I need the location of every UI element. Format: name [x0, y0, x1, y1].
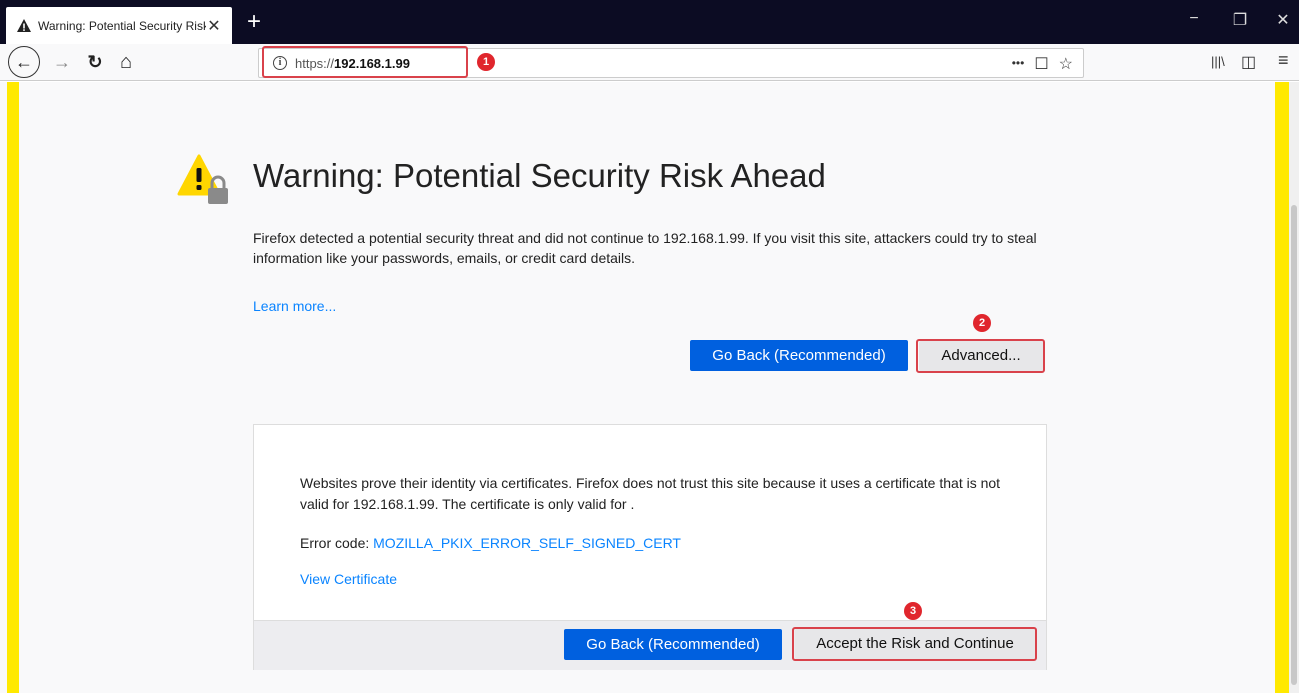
forward-button[interactable]: → — [47, 47, 77, 77]
error-code-label: Error code: — [300, 535, 374, 551]
url-highlight-box — [262, 46, 468, 78]
reload-button[interactable]: ↻ — [80, 47, 110, 77]
pocket-icon[interactable]: ☐ — [1034, 54, 1048, 74]
back-button[interactable]: ← — [8, 46, 40, 78]
nav-toolbar: ← → ↻ ⌂ i https:// 192.168.1.99 ••• ☐ ☆ … — [0, 44, 1299, 81]
warning-description: Firefox detected a potential security th… — [253, 230, 1037, 266]
menu-icon[interactable]: ≡ — [1278, 50, 1289, 71]
step-badge-2: 2 — [973, 314, 991, 332]
bookmark-star-icon[interactable]: ☆ — [1059, 54, 1073, 74]
window-close-button[interactable]: ✕ — [1271, 10, 1295, 30]
go-back-button[interactable]: Go Back (Recommended) — [690, 340, 908, 371]
error-code-line: Error code: MOZILLA_PKIX_ERROR_SELF_SIGN… — [300, 535, 681, 551]
warning-border-right — [1275, 82, 1289, 693]
step-badge-3: 3 — [904, 602, 922, 620]
certificate-explanation: Websites prove their identity via certif… — [300, 475, 1001, 512]
panel-go-back-button[interactable]: Go Back (Recommended) — [564, 629, 782, 660]
home-button[interactable]: ⌂ — [111, 47, 141, 77]
minimize-button[interactable]: − — [1182, 10, 1206, 28]
library-icon[interactable]: |||\ — [1211, 54, 1225, 69]
advanced-highlight-box — [916, 339, 1045, 373]
new-tab-button[interactable]: + — [243, 8, 265, 36]
scrollbar-thumb[interactable] — [1291, 205, 1297, 685]
tab-close-icon[interactable]: ✕ — [206, 16, 222, 36]
restore-button[interactable]: ❐ — [1228, 10, 1252, 30]
browser-tab[interactable]: Warning: Potential Security Risk ✕ — [6, 7, 232, 44]
warning-icon — [17, 18, 31, 32]
security-warning-icon — [177, 154, 228, 204]
step-badge-1: 1 — [477, 53, 495, 71]
page-actions-icon[interactable]: ••• — [1012, 54, 1025, 74]
learn-more-link[interactable]: Learn more... — [253, 298, 336, 314]
tab-bar: Warning: Potential Security Risk ✕ + − ❐… — [0, 0, 1299, 44]
url-actions: ••• ☐ ☆ — [1012, 54, 1073, 74]
warning-border-left — [7, 82, 19, 693]
error-code-link[interactable]: MOZILLA_PKIX_ERROR_SELF_SIGNED_CERT — [373, 535, 681, 551]
sidebar-icon[interactable]: ◫ — [1241, 52, 1256, 72]
page-title: Warning: Potential Security Risk Ahead — [253, 157, 826, 194]
tab-title: Warning: Potential Security Risk — [38, 18, 206, 33]
view-certificate-link[interactable]: View Certificate — [300, 571, 397, 587]
accept-highlight-box — [792, 627, 1037, 661]
